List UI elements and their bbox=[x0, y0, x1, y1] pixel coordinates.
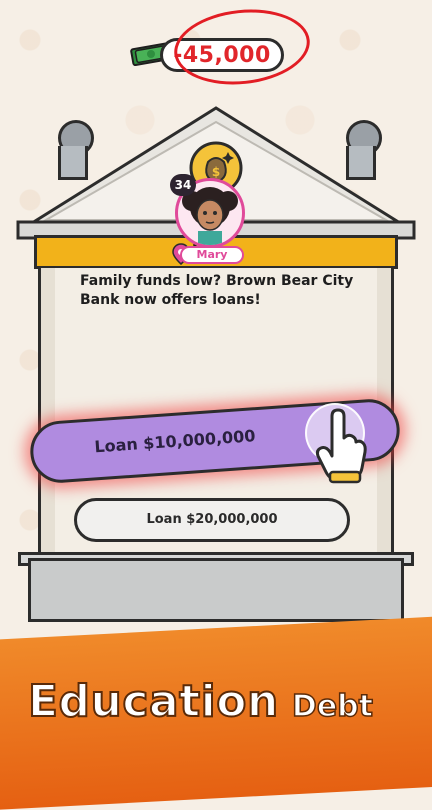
loan-10m-label: Loan $10,000,000 bbox=[93, 426, 257, 457]
banner-main-text: Education bbox=[27, 675, 279, 728]
hand-pointer-icon bbox=[315, 408, 367, 484]
banner-sub-text: Debt bbox=[291, 688, 374, 725]
event-message: Family funds low? Brown Bear City Bank n… bbox=[80, 273, 354, 308]
svg-text:$: $ bbox=[212, 165, 220, 179]
age-badge: 34 bbox=[170, 174, 196, 196]
building-base bbox=[28, 558, 404, 622]
roof-post-right bbox=[346, 146, 376, 180]
roof-post-left bbox=[58, 146, 88, 180]
loan-20m-button[interactable]: Loan $20,000,000 bbox=[74, 498, 350, 542]
money-display: -45,000 bbox=[130, 3, 314, 91]
pillar-left bbox=[41, 268, 55, 560]
promo-banner-text: Education Debt bbox=[27, 675, 428, 728]
loan-20m-label: Loan $20,000,000 bbox=[146, 512, 278, 527]
character-name: Mary bbox=[180, 246, 244, 264]
